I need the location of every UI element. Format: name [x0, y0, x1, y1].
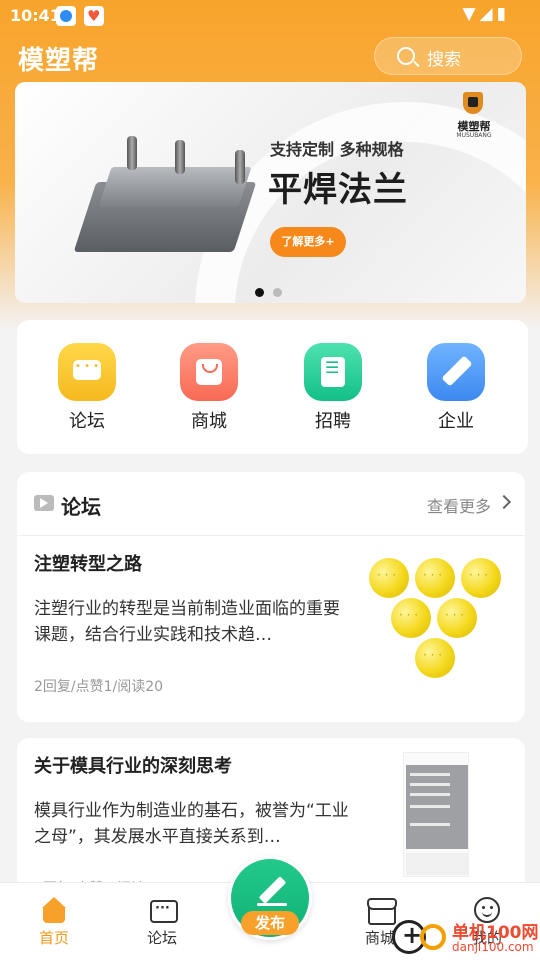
status-time: 10:41	[10, 6, 61, 25]
publish-button[interactable]: 发布	[228, 856, 312, 940]
tab-label: 首页	[38, 929, 69, 947]
brand-shield-icon	[463, 92, 483, 114]
post-excerpt: 模具行业作为制造业的基石，被誉为“工业之母”，其发展水平直接关系到…	[34, 801, 349, 847]
quick-link-jobs[interactable]: 招聘	[293, 343, 373, 433]
quick-link-mall[interactable]: 商城	[169, 343, 249, 433]
post-excerpt: 注塑行业的转型是当前制造业面临的重要课题，结合行业实践和技术趋…	[34, 599, 340, 645]
pencil-icon	[427, 343, 485, 401]
banner-subtitle: 支持定制 多种规格	[270, 140, 404, 159]
watermark-url: danji100.com	[452, 940, 534, 954]
post-stats: 2回复/点赞1/阅读20	[34, 679, 164, 695]
quick-link-enterprise[interactable]: 企业	[416, 343, 496, 433]
post-title: 关于模具行业的深刻思考	[34, 756, 232, 777]
forum-tv-icon	[34, 495, 54, 511]
quick-link-forum[interactable]: 论坛	[47, 343, 127, 433]
home-icon	[41, 897, 67, 923]
shopping-bag-icon	[180, 343, 238, 401]
quick-link-label: 企业	[438, 411, 474, 432]
carousel-dots	[255, 282, 291, 301]
post-thumbnail[interactable]	[363, 552, 509, 692]
learn-more-button[interactable]: 了解更多+	[270, 227, 346, 257]
quick-link-label: 招聘	[315, 411, 351, 432]
forum-section-title: 论坛	[61, 495, 101, 519]
tab-label: 论坛	[146, 929, 177, 947]
chat-icon	[149, 897, 178, 923]
quick-link-label: 论坛	[69, 411, 105, 432]
document-list-icon	[304, 343, 362, 401]
carousel-dot-2[interactable]	[273, 288, 282, 297]
forum-post[interactable]: 注塑转型之路 注塑行业的转型是当前制造业面临的重要课题，结合行业实践和技术趋… …	[17, 536, 525, 722]
search-button[interactable]: 搜索	[374, 37, 522, 75]
forum-section-header: 论坛 查看更多	[17, 472, 525, 536]
banner-title: 平焊法兰	[268, 170, 408, 210]
tab-home[interactable]: 首页	[24, 897, 84, 948]
post-title: 注塑转型之路	[34, 554, 142, 575]
store-icon	[367, 897, 397, 925]
brand-sub: MUSUBANG	[456, 132, 492, 139]
chat-icon	[58, 343, 116, 401]
status-signal-battery-icon: ▼◢▮	[462, 4, 510, 24]
tab-forum[interactable]: 论坛	[132, 897, 192, 948]
chevron-right-icon[interactable]	[496, 494, 512, 510]
watermark-ring-icon	[420, 924, 446, 950]
search-label: 搜索	[427, 50, 461, 70]
post-thumbnail[interactable]	[403, 752, 469, 877]
top-header: 模塑帮 搜索	[0, 36, 540, 80]
brand-logo: 模塑帮 MUSUBANG	[449, 92, 499, 142]
site-watermark: 单机100网 danji100.com	[392, 918, 540, 958]
quick-link-label: 商城	[191, 411, 227, 432]
publish-label: 发布	[241, 911, 299, 935]
app-title: 模塑帮	[18, 46, 100, 76]
quick-links-card: 论坛 商城 招聘 企业	[17, 320, 528, 454]
search-icon	[397, 47, 415, 65]
notification-app-icon	[56, 6, 76, 26]
promo-banner[interactable]: 支持定制 多种规格 平焊法兰 了解更多+ 模塑帮 MUSUBANG	[15, 82, 526, 303]
edit-pencil-icon	[257, 875, 287, 906]
view-more-link[interactable]: 查看更多	[427, 493, 491, 517]
carousel-dot-1[interactable]	[255, 288, 264, 297]
notification-heart-icon	[84, 6, 104, 26]
mold-product-image	[73, 136, 265, 272]
status-bar: 10:41 ▼◢▮	[0, 0, 540, 32]
